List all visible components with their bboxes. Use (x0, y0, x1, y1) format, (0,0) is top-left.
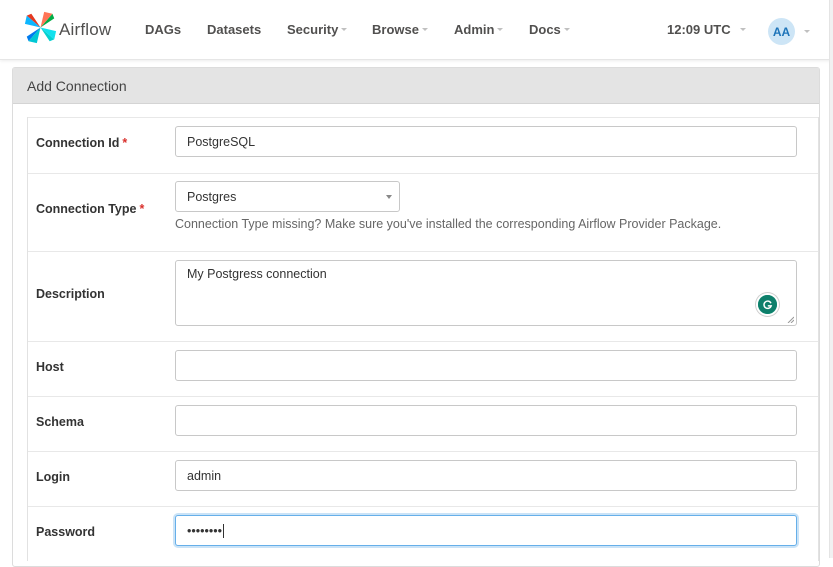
nav-browse-label: Browse (372, 22, 419, 37)
form-row-conn-id: Connection Id * PostgreSQL (28, 117, 818, 173)
navbar: Airflow DAGs Datasets Security Browse Ad… (0, 0, 833, 60)
nav-datasets[interactable]: Datasets (207, 22, 261, 37)
clock-dropdown[interactable]: 12:09 UTC (667, 22, 746, 37)
user-avatar[interactable]: AA (768, 18, 795, 45)
chevron-down-icon (386, 195, 392, 199)
host-input[interactable] (175, 350, 797, 381)
nav-datasets-label: Datasets (207, 22, 262, 37)
airflow-logo-icon (24, 11, 57, 49)
brand-link[interactable]: Airflow (24, 11, 112, 49)
host-label: Host (36, 360, 64, 374)
caret-down-icon (421, 28, 428, 31)
nav-dags[interactable]: DAGs (145, 22, 181, 37)
login-label: Login (36, 470, 71, 484)
conn-type-label-text: Connection Type (36, 202, 137, 216)
scrollbar[interactable] (829, 0, 833, 558)
nav-docs-label: Docs (529, 22, 561, 37)
conn-id-value: PostgreSQL (187, 134, 256, 149)
form-row-schema: Schema (28, 396, 818, 451)
conn-type-help: Connection Type missing? Make sure you'v… (175, 217, 722, 231)
nav-security-label: Security (287, 22, 339, 37)
caret-down-icon (563, 28, 570, 31)
caret-down-icon (341, 28, 348, 31)
conn-id-label: Connection Id * (36, 136, 127, 150)
panel-heading: Add Connection (13, 68, 819, 104)
schema-input[interactable] (175, 405, 797, 436)
caret-down-icon (497, 28, 504, 31)
form-row-host: Host (28, 341, 818, 396)
resize-handle-icon[interactable] (787, 316, 794, 323)
nav-admin-dropdown[interactable]: Admin (454, 22, 504, 37)
conn-id-input[interactable]: PostgreSQL (175, 126, 797, 157)
description-textarea[interactable]: My Postgress connection (175, 260, 797, 326)
required-marker: * (139, 202, 145, 216)
form-row-password: Password •••••••• (28, 506, 818, 561)
password-input[interactable]: •••••••• (175, 515, 797, 546)
conn-id-label-text: Connection Id (36, 136, 120, 150)
panel-title: Add Connection (27, 77, 127, 94)
schema-label: Schema (36, 415, 84, 429)
brand-name: Airflow (59, 20, 112, 39)
text-cursor (223, 523, 225, 538)
password-value: •••••••• (187, 523, 223, 538)
description-label: Description (36, 287, 105, 301)
required-marker: * (122, 136, 128, 150)
form-row-login: Login admin (28, 451, 818, 506)
clock-time: 12:09 UTC (667, 22, 731, 37)
conn-type-select[interactable]: Postgres (175, 181, 400, 212)
add-connection-panel: Add Connection Connection Id * PostgreSQL… (12, 67, 820, 567)
nav-browse-dropdown[interactable]: Browse (372, 22, 428, 37)
nav-admin-label: Admin (454, 22, 495, 37)
password-label: Password (36, 525, 96, 539)
caret-down-icon (739, 28, 746, 31)
caret-down-icon[interactable] (804, 30, 810, 33)
login-value: admin (187, 468, 222, 483)
nav-docs-dropdown[interactable]: Docs (529, 22, 570, 37)
form-row-description: Description My Postgress connection (28, 251, 818, 341)
nav-security-dropdown[interactable]: Security (287, 22, 348, 37)
nav-dags-label: DAGs (145, 22, 182, 37)
connection-form: Connection Id * PostgreSQL Connection Typ… (27, 117, 819, 561)
grammarly-icon[interactable] (756, 293, 779, 316)
description-value: My Postgress connection (187, 267, 327, 281)
conn-type-label: Connection Type * (36, 202, 144, 216)
conn-type-value: Postgres (187, 189, 237, 204)
form-row-conn-type: Connection Type * Postgres Connection Typ… (28, 173, 818, 251)
login-input[interactable]: admin (175, 460, 797, 491)
